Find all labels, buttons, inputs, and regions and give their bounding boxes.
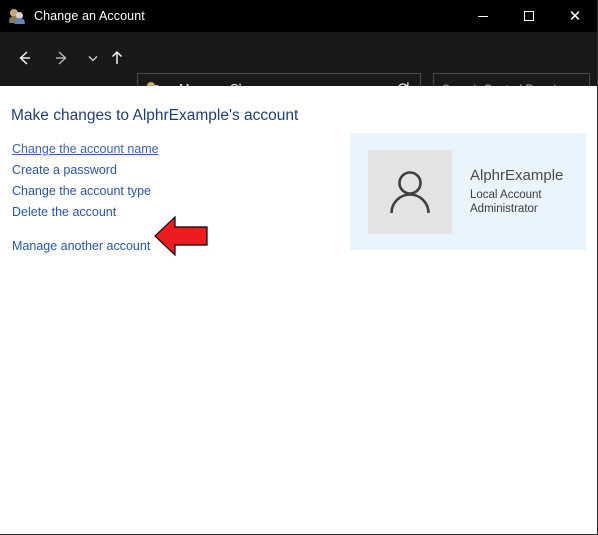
maximize-icon	[524, 11, 534, 21]
account-name: AlphrExample	[470, 166, 564, 184]
link-change-account-type[interactable]: Change the account type	[12, 181, 151, 202]
forward-button[interactable]	[44, 41, 78, 75]
back-button[interactable]	[8, 41, 42, 75]
account-summary-panel: AlphrExample Local Account Administrator	[350, 133, 586, 250]
list-item: Change the account name	[12, 139, 312, 160]
list-item: Manage another account	[12, 236, 312, 257]
user-accounts-icon	[9, 8, 25, 24]
up-one-level-button[interactable]	[100, 41, 134, 75]
chevron-down-icon	[88, 56, 98, 62]
list-item: Change the account type	[12, 181, 312, 202]
title-bar: Change an Account ✕	[0, 0, 597, 32]
window-title: Change an Account	[34, 9, 145, 23]
caption-button-group: ✕	[460, 0, 597, 32]
account-role: Administrator	[470, 202, 538, 215]
change-account-window: Change an Account ✕ Search Control Panel…	[0, 0, 598, 535]
user-avatar-icon	[390, 170, 430, 213]
minimize-icon	[478, 15, 488, 17]
list-item: Delete the account	[12, 202, 312, 223]
page-title: Make changes to AlphrExample's account	[11, 107, 299, 124]
navigation-bar: « Man... › Change an ...	[0, 32, 597, 105]
content-area: Make changes to AlphrExample's account C…	[0, 86, 597, 534]
account-details: AlphrExample Local Account Administrator	[470, 167, 563, 217]
link-create-password[interactable]: Create a password	[12, 160, 117, 181]
link-manage-another-account[interactable]: Manage another account	[12, 236, 150, 257]
link-delete-account[interactable]: Delete the account	[12, 202, 116, 223]
up-arrow-icon	[112, 51, 122, 64]
avatar	[368, 149, 452, 234]
link-change-account-name[interactable]: Change the account name	[12, 139, 159, 160]
back-arrow-icon	[19, 51, 30, 65]
account-type: Local Account	[470, 188, 542, 201]
close-button[interactable]: ✕	[552, 0, 597, 32]
minimize-button[interactable]	[460, 0, 506, 32]
list-item: Create a password	[12, 160, 312, 181]
maximize-button[interactable]	[506, 0, 552, 32]
task-link-list: Change the account name Create a passwor…	[12, 139, 312, 257]
close-icon: ✕	[568, 6, 582, 25]
forward-arrow-icon	[56, 51, 67, 65]
